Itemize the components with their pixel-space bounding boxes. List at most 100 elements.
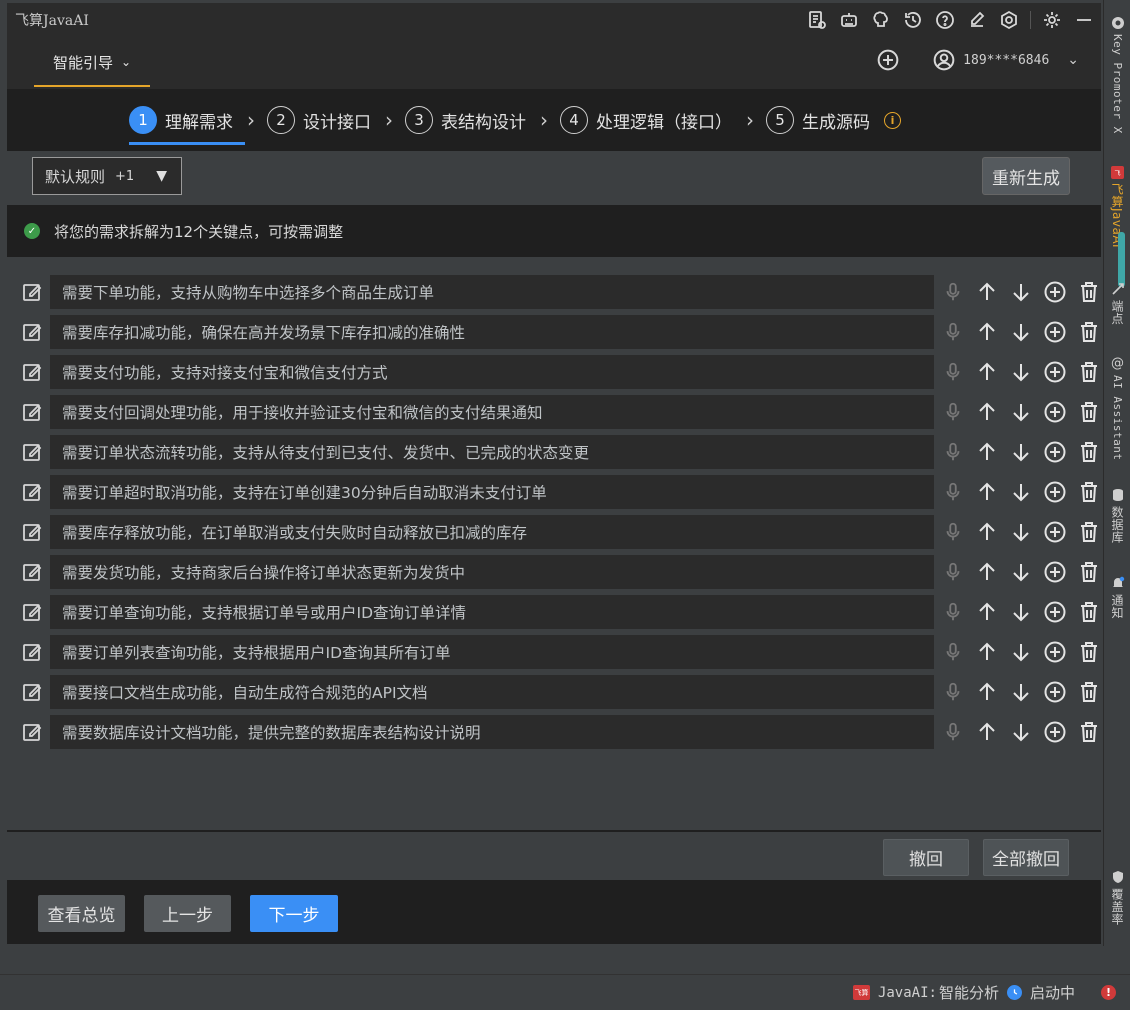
microphone-icon[interactable] bbox=[940, 639, 966, 665]
database-tab[interactable]: 数据库 bbox=[1104, 488, 1130, 544]
help-icon[interactable] bbox=[934, 9, 956, 31]
microphone-icon[interactable] bbox=[940, 679, 966, 705]
add-circle-icon[interactable] bbox=[1042, 319, 1068, 345]
add-circle-icon[interactable] bbox=[1042, 279, 1068, 305]
status-analysis[interactable]: 智能分析 bbox=[939, 982, 999, 1003]
arrow-down-icon[interactable] bbox=[1008, 439, 1034, 465]
edit-icon[interactable] bbox=[21, 641, 43, 663]
trash-icon[interactable] bbox=[1076, 679, 1102, 705]
arrow-up-icon[interactable] bbox=[974, 639, 1000, 665]
undo-all-button[interactable]: 全部撤回 bbox=[983, 839, 1069, 876]
info-icon[interactable]: i bbox=[884, 111, 901, 129]
edit-icon[interactable] bbox=[21, 321, 43, 343]
regenerate-button[interactable]: 重新生成 bbox=[982, 157, 1070, 195]
arrow-up-icon[interactable] bbox=[974, 599, 1000, 625]
microphone-icon[interactable] bbox=[940, 599, 966, 625]
step-3[interactable]: 3 表结构设计 bbox=[405, 89, 526, 151]
brain-icon[interactable] bbox=[870, 9, 892, 31]
user-avatar-icon[interactable] bbox=[933, 49, 955, 71]
edit-icon[interactable] bbox=[21, 721, 43, 743]
arrow-up-icon[interactable] bbox=[974, 479, 1000, 505]
edit-icon[interactable] bbox=[21, 361, 43, 383]
key-promoter-tab[interactable]: Key Promoter X bbox=[1104, 16, 1130, 134]
trash-icon[interactable] bbox=[1076, 279, 1102, 305]
arrow-down-icon[interactable] bbox=[1008, 319, 1034, 345]
requirement-input[interactable]: 需要库存扣减功能，确保在高并发场景下库存扣减的准确性 bbox=[50, 315, 934, 349]
microphone-icon[interactable] bbox=[940, 319, 966, 345]
add-circle-icon[interactable] bbox=[877, 49, 899, 71]
endpoints-tab[interactable]: 端点 bbox=[1104, 282, 1130, 325]
trash-icon[interactable] bbox=[1076, 519, 1102, 545]
notifications-tab[interactable]: 通知 bbox=[1104, 576, 1130, 619]
arrow-down-icon[interactable] bbox=[1008, 719, 1034, 745]
trash-icon[interactable] bbox=[1076, 479, 1102, 505]
microphone-icon[interactable] bbox=[940, 439, 966, 465]
arrow-down-icon[interactable] bbox=[1008, 279, 1034, 305]
step-2[interactable]: 2 设计接口 bbox=[267, 89, 371, 151]
microphone-icon[interactable] bbox=[940, 479, 966, 505]
guide-tab[interactable]: 智能引导 ⌄ bbox=[34, 37, 150, 87]
trash-icon[interactable] bbox=[1076, 599, 1102, 625]
requirement-input[interactable]: 需要接口文档生成功能，自动生成符合规范的API文档 bbox=[50, 675, 934, 709]
step-1[interactable]: 1 理解需求 bbox=[129, 89, 245, 151]
history-icon[interactable] bbox=[902, 9, 924, 31]
requirement-input[interactable]: 需要数据库设计文档功能，提供完整的数据库表结构设计说明 bbox=[50, 715, 934, 749]
javaai-tab[interactable]: 飞 飞算JavaAI bbox=[1104, 166, 1130, 248]
arrow-down-icon[interactable] bbox=[1008, 599, 1034, 625]
edit-icon[interactable] bbox=[21, 561, 43, 583]
chevron-down-icon[interactable]: ⌄ bbox=[1067, 52, 1079, 68]
arrow-down-icon[interactable] bbox=[1008, 519, 1034, 545]
user-phone[interactable]: 189****6846 bbox=[963, 53, 1049, 68]
arrow-up-icon[interactable] bbox=[974, 679, 1000, 705]
sidebar-scroll-indicator[interactable] bbox=[1118, 232, 1125, 287]
add-circle-icon[interactable] bbox=[1042, 439, 1068, 465]
arrow-down-icon[interactable] bbox=[1008, 639, 1034, 665]
arrow-down-icon[interactable] bbox=[1008, 479, 1034, 505]
requirement-input[interactable]: 需要发货功能，支持商家后台操作将订单状态更新为发货中 bbox=[50, 555, 934, 589]
requirement-input[interactable]: 需要下单功能，支持从购物车中选择多个商品生成订单 bbox=[50, 275, 934, 309]
microphone-icon[interactable] bbox=[940, 559, 966, 585]
requirement-input[interactable]: 需要库存释放功能，在订单取消或支付失败时自动释放已扣减的库存 bbox=[50, 515, 934, 549]
gear-icon[interactable] bbox=[1041, 9, 1063, 31]
microphone-icon[interactable] bbox=[940, 519, 966, 545]
error-icon[interactable]: ! bbox=[1101, 985, 1116, 1000]
arrow-up-icon[interactable] bbox=[974, 399, 1000, 425]
coverage-tab[interactable]: 覆盖率 bbox=[1104, 870, 1130, 926]
robot-icon[interactable] bbox=[838, 9, 860, 31]
trash-icon[interactable] bbox=[1076, 439, 1102, 465]
arrow-down-icon[interactable] bbox=[1008, 559, 1034, 585]
arrow-up-icon[interactable] bbox=[974, 719, 1000, 745]
undo-button[interactable]: 撤回 bbox=[883, 839, 969, 876]
add-circle-icon[interactable] bbox=[1042, 559, 1068, 585]
step-5[interactable]: 5 生成源码 bbox=[766, 89, 870, 151]
edit-icon[interactable] bbox=[21, 441, 43, 463]
add-circle-icon[interactable] bbox=[1042, 639, 1068, 665]
requirement-input[interactable]: 需要支付回调处理功能，用于接收并验证支付宝和微信的支付结果通知 bbox=[50, 395, 934, 429]
trash-icon[interactable] bbox=[1076, 359, 1102, 385]
arrow-down-icon[interactable] bbox=[1008, 359, 1034, 385]
edit-icon[interactable] bbox=[21, 481, 43, 503]
arrow-up-icon[interactable] bbox=[974, 279, 1000, 305]
prev-step-button[interactable]: 上一步 bbox=[144, 895, 231, 932]
requirement-input[interactable]: 需要支付功能，支持对接支付宝和微信支付方式 bbox=[50, 355, 934, 389]
edit-icon[interactable] bbox=[966, 9, 988, 31]
edit-icon[interactable] bbox=[21, 521, 43, 543]
edit-icon[interactable] bbox=[21, 401, 43, 423]
trash-icon[interactable] bbox=[1076, 319, 1102, 345]
edit-icon[interactable] bbox=[21, 681, 43, 703]
requirement-input[interactable]: 需要订单超时取消功能，支持在订单创建30分钟后自动取消未支付订单 bbox=[50, 475, 934, 509]
microphone-icon[interactable] bbox=[940, 359, 966, 385]
microphone-icon[interactable] bbox=[940, 399, 966, 425]
edit-icon[interactable] bbox=[21, 601, 43, 623]
add-circle-icon[interactable] bbox=[1042, 519, 1068, 545]
microphone-icon[interactable] bbox=[940, 719, 966, 745]
arrow-down-icon[interactable] bbox=[1008, 679, 1034, 705]
trash-icon[interactable] bbox=[1076, 559, 1102, 585]
ai-assistant-tab[interactable]: @ AI Assistant bbox=[1104, 356, 1130, 460]
add-circle-icon[interactable] bbox=[1042, 719, 1068, 745]
trash-icon[interactable] bbox=[1076, 399, 1102, 425]
arrow-up-icon[interactable] bbox=[974, 319, 1000, 345]
add-circle-icon[interactable] bbox=[1042, 359, 1068, 385]
arrow-up-icon[interactable] bbox=[974, 359, 1000, 385]
rule-select[interactable]: 默认规则 +1 ▼ bbox=[32, 157, 182, 195]
